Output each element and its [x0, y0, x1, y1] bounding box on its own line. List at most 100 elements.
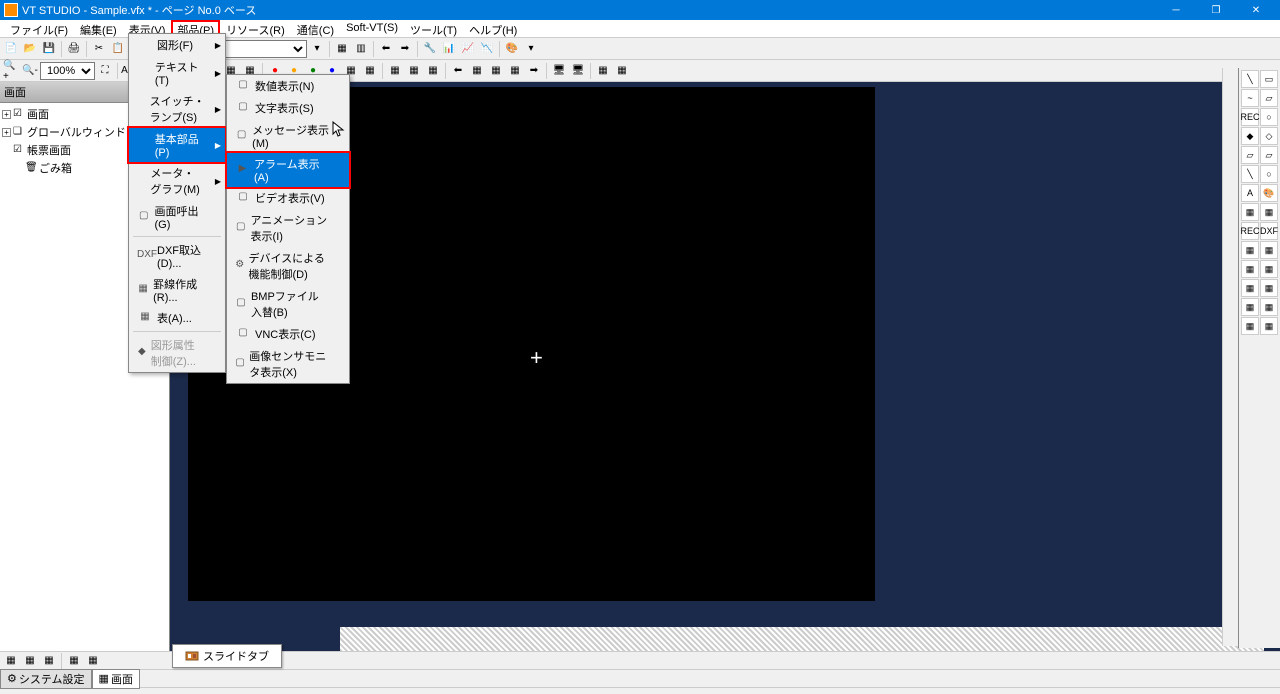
tb2-btn-15[interactable]: ▦	[405, 62, 423, 80]
tb-btn-10[interactable]: 🎨	[503, 40, 521, 58]
dd2-item-6[interactable]: ⚙デバイスによる機能制御(D)	[227, 247, 349, 285]
right-tool-26[interactable]: ▦	[1241, 317, 1259, 335]
bt-btn-3[interactable]: ▦	[40, 652, 58, 670]
menu-4[interactable]: リソース(R)	[220, 20, 291, 37]
new-button[interactable]: 📄	[2, 40, 20, 58]
tb-btn-2[interactable]: ▦	[333, 40, 351, 58]
right-tool-24[interactable]: ▦	[1241, 298, 1259, 316]
bt-btn-2[interactable]: ▦	[21, 652, 39, 670]
cut-button[interactable]: ✂	[90, 40, 108, 58]
tb-btn-6[interactable]: 🔧	[421, 40, 439, 58]
right-tool-10[interactable]: ╲	[1241, 165, 1259, 183]
zoom-out-button[interactable]: 🔍-	[21, 62, 39, 80]
bt-btn-5[interactable]: ▦	[84, 652, 102, 670]
right-tool-3[interactable]: ▱	[1260, 89, 1278, 107]
bt-btn-4[interactable]: ▦	[65, 652, 83, 670]
dd2-item-5[interactable]: ▢アニメーション表示(I)	[227, 209, 349, 247]
tb2-btn-17[interactable]: ⬅	[449, 62, 467, 80]
right-tool-7[interactable]: ◇	[1260, 127, 1278, 145]
print-button[interactable]: 🖨	[65, 40, 83, 58]
dd1-item-2[interactable]: スイッチ・ランプ(S)	[129, 90, 225, 128]
right-tool-25[interactable]: ▦	[1260, 298, 1278, 316]
open-button[interactable]: 📂	[21, 40, 39, 58]
slide-tab[interactable]: スライドタブ	[172, 644, 282, 668]
zoom-select[interactable]: 100%	[40, 62, 95, 80]
right-tool-6[interactable]: ◆	[1241, 127, 1259, 145]
menu-8[interactable]: ヘルプ(H)	[463, 20, 523, 37]
right-tool-4[interactable]: REC	[1241, 108, 1259, 126]
tb2-btn-23[interactable]: 🖥	[569, 62, 587, 80]
tab-screen[interactable]: ▦画面	[92, 669, 140, 689]
right-tool-20[interactable]: ▦	[1241, 260, 1259, 278]
right-tool-13[interactable]: 🎨	[1260, 184, 1278, 202]
tb-btn-9[interactable]: 📉	[478, 40, 496, 58]
tb2-btn-25[interactable]: ▦	[613, 62, 631, 80]
right-tool-15[interactable]: ▦	[1260, 203, 1278, 221]
dd1-item-11[interactable]: ◆図形属性制御(Z)...	[129, 334, 225, 372]
right-tool-16[interactable]: REC	[1241, 222, 1259, 240]
dd1-item-4[interactable]: メータ・グラフ(M)	[129, 162, 225, 200]
right-tool-19[interactable]: ▦	[1260, 241, 1278, 259]
maximize-button[interactable]: ❐	[1196, 0, 1236, 20]
dd2-item-8[interactable]: ▢VNC表示(C)	[227, 323, 349, 345]
dd2-item-1[interactable]: ▢文字表示(S)	[227, 97, 349, 119]
right-tool-8[interactable]: ▱	[1241, 146, 1259, 164]
tb-btn-7[interactable]: 📊	[440, 40, 458, 58]
copy-button[interactable]: 📋	[109, 40, 127, 58]
dd1-item-0[interactable]: 図形(F)	[129, 34, 225, 56]
tb-btn-3[interactable]: ▥	[352, 40, 370, 58]
dd2-item-7[interactable]: ▢BMPファイル入替(B)	[227, 285, 349, 323]
right-tool-22[interactable]: ▦	[1241, 279, 1259, 297]
right-tool-27[interactable]: ▦	[1260, 317, 1278, 335]
save-button[interactable]: 💾	[40, 40, 58, 58]
dd2-item-9[interactable]: ▢画像センサモニタ表示(X)	[227, 345, 349, 383]
right-tool-11[interactable]: ○	[1260, 165, 1278, 183]
right-tool-5[interactable]: ○	[1260, 108, 1278, 126]
tb2-btn-19[interactable]: ▦	[487, 62, 505, 80]
right-tool-17[interactable]: DXF	[1260, 222, 1278, 240]
right-tool-12[interactable]: A	[1241, 184, 1259, 202]
right-tool-9[interactable]: ▱	[1260, 146, 1278, 164]
menu-6[interactable]: Soft-VT(S)	[340, 20, 404, 37]
close-button[interactable]: ✕	[1236, 0, 1276, 20]
tab-system-settings[interactable]: ⚙システム設定	[0, 669, 92, 689]
tb-btn-4[interactable]: ⬅	[377, 40, 395, 58]
tb2-btn-14[interactable]: ▦	[386, 62, 404, 80]
tb-btn-8[interactable]: 📈	[459, 40, 477, 58]
right-tool-2[interactable]: ~	[1241, 89, 1259, 107]
tb2-btn-20[interactable]: ▦	[506, 62, 524, 80]
right-tool-1[interactable]: ▭	[1260, 70, 1278, 88]
tb2-btn-24[interactable]: ▦	[594, 62, 612, 80]
tb-btn-11[interactable]: ▾	[522, 40, 540, 58]
right-tool-0[interactable]: ╲	[1241, 70, 1259, 88]
tb-btn-1[interactable]: ▾	[308, 40, 326, 58]
menu-0[interactable]: ファイル(F)	[4, 20, 74, 37]
vertical-scrollbar[interactable]	[1222, 68, 1238, 646]
tb2-btn-18[interactable]: ▦	[468, 62, 486, 80]
dd1-item-9[interactable]: ▦表(A)...	[129, 307, 225, 329]
dd1-item-8[interactable]: ▦罫線作成(R)...	[129, 273, 225, 307]
right-tool-21[interactable]: ▦	[1260, 260, 1278, 278]
dd2-item-2[interactable]: ▢メッセージ表示(M)	[227, 119, 349, 153]
zoom-in-button[interactable]: 🔍+	[2, 62, 20, 80]
dd1-item-3[interactable]: 基本部品(P)	[129, 128, 225, 162]
right-tool-14[interactable]: ▦	[1241, 203, 1259, 221]
dd2-item-0[interactable]: ▢数値表示(N)	[227, 75, 349, 97]
minimize-button[interactable]: ─	[1156, 0, 1196, 20]
dd1-item-5[interactable]: ▢画面呼出(G)	[129, 200, 225, 234]
tb2-btn-16[interactable]: ▦	[424, 62, 442, 80]
tb2-btn-13[interactable]: ▦	[361, 62, 379, 80]
menu-7[interactable]: ツール(T)	[404, 20, 463, 37]
dd1-item-7[interactable]: DXFDXF取込(D)...	[129, 239, 225, 273]
menu-1[interactable]: 編集(E)	[74, 20, 123, 37]
dd1-item-1[interactable]: テキスト(T)	[129, 56, 225, 90]
bt-btn-1[interactable]: ▦	[2, 652, 20, 670]
right-tool-18[interactable]: ▦	[1241, 241, 1259, 259]
menu-5[interactable]: 通信(C)	[291, 20, 340, 37]
tb2-btn-22[interactable]: 🖥	[550, 62, 568, 80]
dd2-item-4[interactable]: ▢ビデオ表示(V)	[227, 187, 349, 209]
dd2-item-3[interactable]: ▶アラーム表示(A)	[227, 153, 349, 187]
tb-btn-5[interactable]: ➡	[396, 40, 414, 58]
tb2-btn-21[interactable]: ➡	[525, 62, 543, 80]
right-tool-23[interactable]: ▦	[1260, 279, 1278, 297]
